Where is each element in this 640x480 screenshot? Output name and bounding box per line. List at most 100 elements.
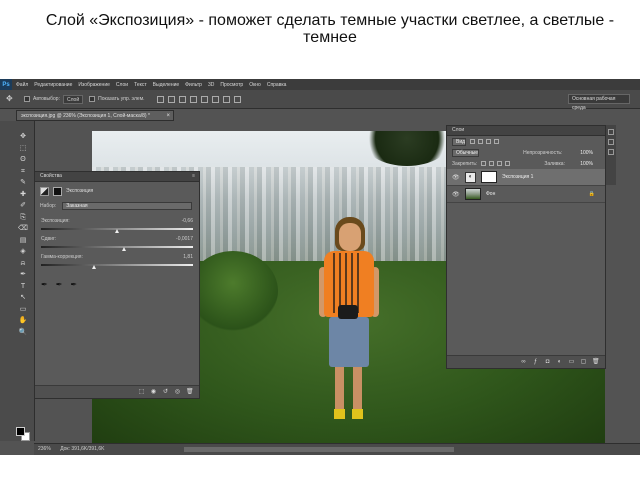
menu-window[interactable]: Окно bbox=[249, 82, 261, 88]
hand-tool-icon[interactable]: ✋ bbox=[17, 315, 29, 327]
mask-icon[interactable] bbox=[53, 186, 62, 196]
distribute-2-icon[interactable] bbox=[233, 95, 241, 103]
new-layer-icon[interactable]: ▢ bbox=[580, 359, 587, 366]
eyedropper-tool-icon[interactable]: ✎ bbox=[17, 177, 29, 189]
panel-menu-icon[interactable]: ≡ bbox=[192, 172, 195, 181]
trash-icon[interactable]: 🗑 bbox=[186, 389, 194, 396]
group-icon[interactable]: ▭ bbox=[568, 359, 575, 366]
eyedropper-black-icon[interactable]: ✒ bbox=[41, 280, 48, 289]
align-right-icon[interactable] bbox=[211, 95, 219, 103]
eye-icon[interactable]: 👁 bbox=[452, 191, 460, 198]
close-icon[interactable]: × bbox=[166, 111, 170, 120]
lock-position-icon[interactable] bbox=[497, 161, 503, 166]
menu-filter[interactable]: Фильтр bbox=[185, 82, 202, 88]
foreground-color-swatch[interactable] bbox=[16, 427, 25, 436]
gamma-slider[interactable]: Гамма-коррекция: 1,81 bbox=[35, 254, 199, 269]
trash-icon[interactable]: 🗑 bbox=[592, 359, 600, 366]
layer-row-exposure[interactable]: 👁 ◐ Экспозиция 1 bbox=[447, 169, 605, 186]
menu-edit[interactable]: Редактирование bbox=[34, 82, 72, 88]
eraser-tool-icon[interactable]: ⌫ bbox=[17, 223, 29, 235]
align-left-icon[interactable] bbox=[189, 95, 197, 103]
filter-pixel-icon[interactable] bbox=[470, 139, 476, 144]
show-controls-checkbox[interactable] bbox=[89, 96, 96, 102]
slider-track[interactable] bbox=[41, 246, 193, 251]
path-select-tool-icon[interactable]: ↖ bbox=[17, 292, 29, 304]
align-top-icon[interactable] bbox=[156, 95, 164, 103]
autoselect-checkbox[interactable] bbox=[24, 96, 30, 102]
document-tab[interactable]: экспозиция.jpg @ 236% (Экспозиция 1, Сло… bbox=[16, 110, 174, 121]
opacity-value[interactable]: 100% bbox=[580, 150, 593, 156]
slider-value[interactable]: 1,81 bbox=[183, 254, 193, 261]
menu-image[interactable]: Изображение bbox=[78, 82, 110, 88]
slider-track[interactable] bbox=[41, 228, 193, 233]
shape-tool-icon[interactable]: ▭ bbox=[17, 304, 29, 316]
move-icon[interactable]: ✥ bbox=[6, 94, 18, 104]
zoom-readout[interactable]: 236% bbox=[38, 446, 51, 452]
add-mask-icon[interactable]: ◘ bbox=[544, 359, 551, 366]
eye-icon[interactable]: 👁 bbox=[452, 174, 460, 181]
brush-tool-icon[interactable]: ✐ bbox=[17, 200, 29, 212]
slider-track[interactable] bbox=[41, 264, 193, 269]
layer-name[interactable]: Экспозиция 1 bbox=[502, 174, 533, 180]
link-icon[interactable]: ∞ bbox=[520, 359, 527, 366]
visibility-icon[interactable]: ◎ bbox=[174, 389, 181, 396]
slider-value[interactable]: -0,66 bbox=[182, 218, 193, 225]
type-tool-icon[interactable]: T bbox=[17, 281, 29, 293]
pen-tool-icon[interactable]: ✒ bbox=[17, 269, 29, 281]
lasso-tool-icon[interactable]: ʘ bbox=[17, 154, 29, 166]
crop-tool-icon[interactable]: ⌗ bbox=[17, 166, 29, 178]
healing-tool-icon[interactable]: ✚ bbox=[17, 189, 29, 201]
gradient-tool-icon[interactable]: ▤ bbox=[17, 235, 29, 247]
kind-filter-select[interactable]: Вид bbox=[452, 137, 467, 146]
info-icon[interactable] bbox=[608, 139, 614, 145]
menu-help[interactable]: Справка bbox=[267, 82, 287, 88]
adjustment-thumbnail[interactable]: ◐ bbox=[465, 171, 476, 183]
history-icon[interactable] bbox=[608, 129, 614, 135]
clip-to-layer-icon[interactable]: ⬚ bbox=[138, 389, 145, 396]
lock-all-icon[interactable] bbox=[505, 161, 511, 166]
align-bottom-icon[interactable] bbox=[178, 95, 186, 103]
blend-mode-select[interactable]: Обычные bbox=[452, 148, 480, 157]
stamp-tool-icon[interactable]: ⎘ bbox=[17, 212, 29, 224]
horizontal-scrollbar[interactable] bbox=[184, 447, 454, 452]
menu-file[interactable]: Файл bbox=[16, 82, 28, 88]
distribute-icon[interactable] bbox=[222, 95, 230, 103]
menu-type[interactable]: Текст bbox=[134, 82, 147, 88]
align-middle-icon[interactable] bbox=[167, 95, 175, 103]
reset-icon[interactable]: ↺ bbox=[162, 389, 169, 396]
menu-select[interactable]: Выделение bbox=[153, 82, 180, 88]
layer-name[interactable]: Фон bbox=[486, 191, 495, 197]
slider-value[interactable]: -0,0017 bbox=[176, 236, 193, 243]
slider-thumb[interactable] bbox=[114, 229, 120, 233]
dodge-tool-icon[interactable]: ⍾ bbox=[17, 258, 29, 270]
mask-thumbnail[interactable] bbox=[481, 171, 497, 183]
adjustment-layer-icon[interactable]: ◐ bbox=[556, 359, 563, 366]
eyedropper-gray-icon[interactable]: ✒ bbox=[56, 280, 63, 289]
blur-tool-icon[interactable]: ◈ bbox=[17, 246, 29, 258]
zoom-tool-icon[interactable]: 🔍 bbox=[17, 327, 29, 339]
eyedropper-white-icon[interactable]: ✒ bbox=[70, 280, 77, 289]
autoselect-select[interactable]: Слой bbox=[62, 94, 84, 104]
marquee-tool-icon[interactable]: ⬚ bbox=[17, 143, 29, 155]
fx-icon[interactable]: ƒ bbox=[532, 359, 539, 366]
menu-view[interactable]: Просмотр bbox=[220, 82, 243, 88]
filter-shape-icon[interactable] bbox=[494, 139, 500, 144]
menu-layer[interactable]: Слои bbox=[116, 82, 128, 88]
align-center-icon[interactable] bbox=[200, 95, 208, 103]
slider-thumb[interactable] bbox=[91, 265, 97, 269]
channels-icon[interactable] bbox=[608, 149, 614, 155]
move-tool-icon[interactable]: ✥ bbox=[17, 131, 29, 143]
offset-slider[interactable]: Сдвиг: -0,0017 bbox=[35, 236, 199, 251]
layer-row-background[interactable]: 👁 Фон 🔒 bbox=[447, 186, 605, 203]
preset-select[interactable]: Заказная bbox=[62, 202, 193, 210]
workspace-select[interactable]: Основная рабочая среда bbox=[568, 94, 630, 111]
lock-paint-icon[interactable] bbox=[489, 161, 495, 166]
filter-adjust-icon[interactable] bbox=[478, 139, 484, 144]
slider-thumb[interactable] bbox=[122, 247, 127, 251]
fill-value[interactable]: 100% bbox=[580, 161, 593, 167]
view-previous-icon[interactable]: ◉ bbox=[150, 389, 157, 396]
exposure-slider[interactable]: Экспозиция: -0,66 bbox=[35, 218, 199, 233]
lock-pixels-icon[interactable] bbox=[481, 161, 487, 166]
filter-type-icon[interactable] bbox=[486, 139, 492, 144]
layer-thumbnail[interactable] bbox=[465, 188, 481, 200]
